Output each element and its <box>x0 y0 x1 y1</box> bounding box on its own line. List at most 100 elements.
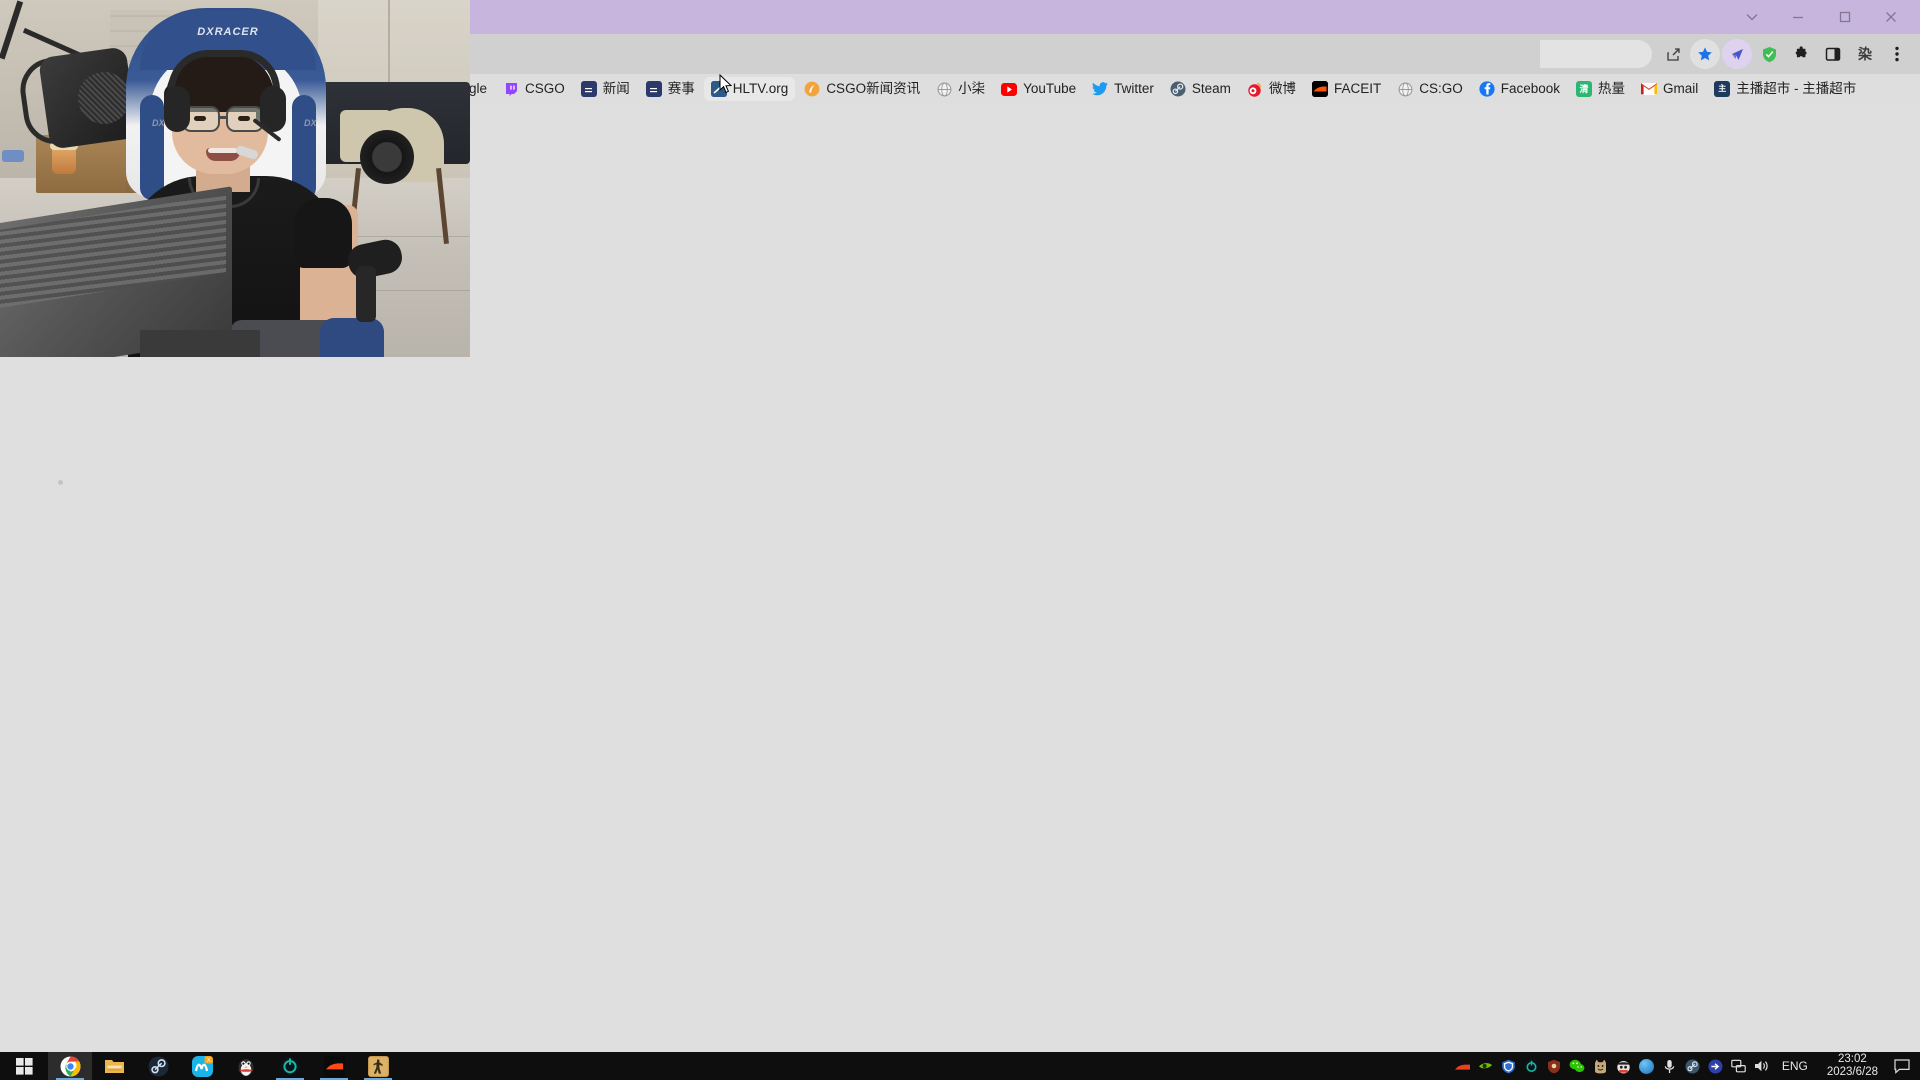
bookmark-youtube[interactable]: YouTube <box>994 77 1083 101</box>
network-tray-icon[interactable] <box>1727 1052 1750 1080</box>
bookmark-facebook[interactable]: Facebook <box>1472 77 1567 101</box>
steam-tray-icon[interactable] <box>1681 1052 1704 1080</box>
pirate-app-tray-icon[interactable] <box>1612 1052 1635 1080</box>
extensions-puzzle-icon[interactable] <box>1786 39 1816 69</box>
window-minimize-button[interactable] <box>1775 0 1821 34</box>
bookmark-hltv[interactable]: HLTV.org <box>703 77 796 101</box>
address-bar[interactable] <box>1540 40 1652 68</box>
windows-taskbar: X ENG 23:02 2023/6/28 <box>0 1052 1920 1080</box>
bookmark-zhubochaoshi[interactable]: 主 主播超市 - 主播超市 <box>1707 77 1863 101</box>
bookmark-gmail[interactable]: Gmail <box>1634 77 1705 101</box>
faceit-icon <box>323 1055 345 1077</box>
tencent-shield-tray-icon[interactable] <box>1497 1052 1520 1080</box>
twitter-icon <box>1092 81 1109 97</box>
taskbar-app-qq[interactable] <box>224 1052 268 1080</box>
bookmark-matches[interactable]: 赛事 <box>639 77 702 101</box>
tab-search-button[interactable] <box>1729 0 1775 34</box>
browser-title-bar[interactable] <box>470 0 1920 34</box>
clock-time: 23:02 <box>1838 1053 1867 1065</box>
clock[interactable]: 23:02 2023/6/28 <box>1817 1053 1888 1079</box>
mouse-cursor <box>719 73 733 94</box>
file-explorer-icon <box>104 1056 125 1077</box>
language-indicator[interactable]: ENG <box>1773 1059 1817 1073</box>
bookmark-csgo-site[interactable]: CS:GO <box>1390 77 1470 101</box>
chair-brand-label: DXRACER <box>197 26 259 38</box>
ran-extension-icon[interactable]: 染 <box>1850 39 1880 69</box>
security-shield-tray-icon[interactable] <box>1543 1052 1566 1080</box>
bookmark-steam[interactable]: Steam <box>1163 77 1238 101</box>
bookmark-label: Gmail <box>1663 81 1699 97</box>
bookmark-label: Facebook <box>1500 81 1561 97</box>
matches-site-icon <box>645 81 662 97</box>
chair-side-label-right: DX <box>304 118 317 128</box>
taskbar-app-steam[interactable] <box>136 1052 180 1080</box>
svg-text:X: X <box>206 1057 211 1064</box>
bookmark-label: CSGO新闻资讯 <box>826 81 921 97</box>
gmail-icon <box>1641 81 1658 97</box>
bookmark-faceit[interactable]: FACEIT <box>1305 77 1388 101</box>
bookmark-label: 热量 <box>1598 81 1626 97</box>
taskbar-app-faceit[interactable] <box>312 1052 356 1080</box>
arrow-tray-icon[interactable] <box>1704 1052 1727 1080</box>
bookmark-twitter[interactable]: Twitter <box>1085 77 1161 101</box>
reliang-site-icon: 清 <box>1576 81 1593 97</box>
qq-penguin-icon <box>236 1056 257 1077</box>
bookmark-label: 新闻 <box>602 81 630 97</box>
start-button[interactable] <box>0 1052 48 1080</box>
bookmark-reliang[interactable]: 清 热量 <box>1569 77 1632 101</box>
share-icon[interactable] <box>1658 39 1688 69</box>
extension-bluearrow-icon[interactable] <box>1722 39 1752 69</box>
window-close-button[interactable] <box>1868 0 1914 34</box>
bookmark-label: 赛事 <box>667 81 695 97</box>
twitch-icon <box>503 81 519 97</box>
clock-date: 2023/6/28 <box>1826 1066 1878 1078</box>
taskbar-app-chrome[interactable] <box>48 1052 92 1080</box>
csgo-icon <box>367 1055 389 1077</box>
taskbar-app-csgo[interactable] <box>356 1052 400 1080</box>
bookmark-csgo-news[interactable]: CSGO新闻资讯 <box>797 77 927 101</box>
steam-icon <box>148 1056 169 1077</box>
streamer-webcam-overlay: DXRACER DX DX <box>0 0 470 357</box>
system-tray: ENG 23:02 2023/6/28 <box>1451 1052 1920 1080</box>
page-loading-dot <box>58 480 63 485</box>
faceit-icon <box>1311 81 1328 97</box>
migu-icon: X <box>191 1055 213 1077</box>
nvidia-tray-icon[interactable] <box>1474 1052 1497 1080</box>
facebook-icon <box>1479 81 1495 97</box>
taskbar-app-faceit-ac[interactable] <box>268 1052 312 1080</box>
faceit-ac-tray-icon[interactable] <box>1520 1052 1543 1080</box>
faceit-anticheat-icon <box>280 1056 301 1077</box>
window-maximize-button[interactable] <box>1822 0 1868 34</box>
bookmark-label: gle <box>469 81 488 97</box>
volume-tray-icon[interactable] <box>1750 1052 1773 1080</box>
faceit-tray-icon[interactable] <box>1451 1052 1474 1080</box>
desktop-screen: 染 G gle CSGO 新闻 <box>0 0 1920 1080</box>
taskbar-app-migu[interactable]: X <box>180 1052 224 1080</box>
csgo-news-icon <box>804 81 820 97</box>
bookmark-news[interactable]: 新闻 <box>574 77 637 101</box>
chrome-menu-icon[interactable] <box>1882 39 1912 69</box>
bookmark-label: FACEIT <box>1333 81 1382 97</box>
toolbar-actions: 染 <box>1658 34 1912 74</box>
bookmark-label: CS:GO <box>1419 81 1463 97</box>
globe-icon <box>1397 81 1413 97</box>
bookmark-xiaoqi[interactable]: 小柒 <box>929 77 992 101</box>
notification-center-icon[interactable] <box>1888 1052 1916 1080</box>
taskbar-app-file-explorer[interactable] <box>92 1052 136 1080</box>
cat-app-tray-icon[interactable] <box>1589 1052 1612 1080</box>
bookmark-star-icon[interactable] <box>1690 39 1720 69</box>
bookmark-label: 微博 <box>1268 81 1296 97</box>
side-panel-icon[interactable] <box>1818 39 1848 69</box>
microphone-tray-icon[interactable] <box>1658 1052 1681 1080</box>
blue-orb-tray-icon[interactable] <box>1635 1052 1658 1080</box>
bookmark-label: YouTube <box>1023 81 1077 97</box>
zhubochaoshi-site-icon: 主 <box>1714 81 1731 97</box>
bookmark-label: 主播超市 - 主播超市 <box>1736 81 1857 97</box>
globe-icon <box>936 81 952 97</box>
bookmark-label: Twitter <box>1114 81 1154 97</box>
shield-extension-icon[interactable] <box>1754 39 1784 69</box>
wechat-tray-icon[interactable] <box>1566 1052 1589 1080</box>
bookmark-label: 小柒 <box>958 81 986 97</box>
bookmark-csgo-twitch[interactable]: CSGO <box>496 77 572 101</box>
bookmark-weibo[interactable]: 微博 <box>1240 77 1303 101</box>
